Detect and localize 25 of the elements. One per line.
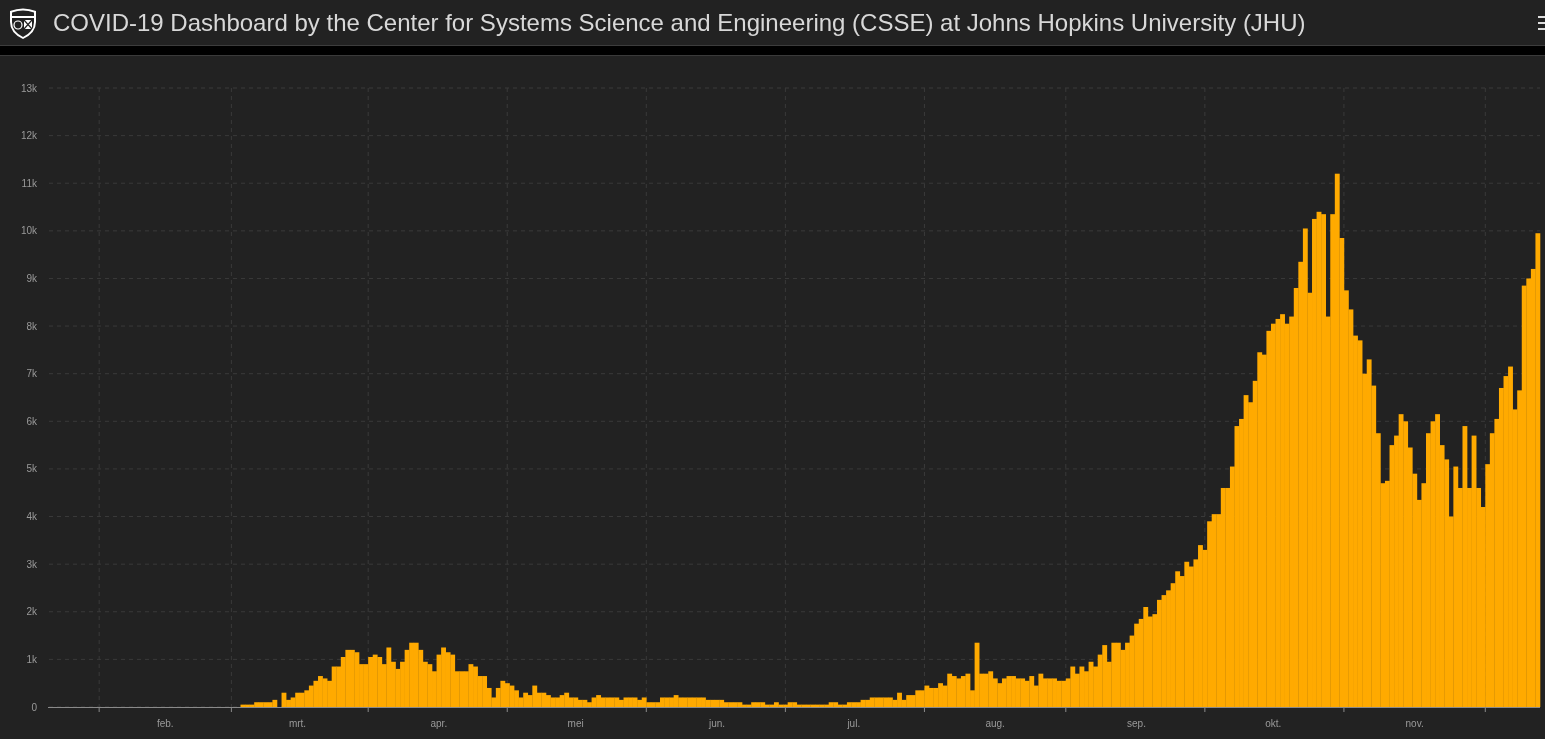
x-axis-label: jul. [847,718,861,729]
x-axis-label: sep. [1127,718,1146,729]
y-axis-label: 10k [20,225,37,237]
y-axis-label: 12k [20,130,37,142]
x-axis-label: aug. [985,718,1005,729]
y-axis-label: 2k [26,606,37,618]
x-axis-label: mei [567,718,584,729]
x-axis-label: feb. [156,718,174,729]
y-axis-label: 7k [26,368,37,380]
y-axis-label: 13k [20,82,37,94]
y-axis-label: 1k [26,653,37,665]
x-axis-label: okt. [1265,718,1282,729]
y-axis-label: 6k [26,415,37,427]
dashboard-title: COVID-19 Dashboard by the Center for Systems Science and Engineering (CSSE) at Johns Hopkins University (JHU) [53,8,1307,37]
y-axis-label: 3k [26,558,37,570]
y-axis-label: 5k [26,463,37,475]
x-axis-label: mrt. [288,718,307,729]
y-axis-label: 8k [26,320,37,332]
x-axis-label: apr. [430,718,448,729]
y-axis-label: 0 [31,701,37,713]
x-axis-label: nov. [1405,718,1424,729]
y-axis-label: 11k [21,177,37,189]
y-axis-label: 9k [26,272,37,284]
x-axis-label: jun. [708,718,726,729]
y-axis-label: 4k [26,511,37,523]
